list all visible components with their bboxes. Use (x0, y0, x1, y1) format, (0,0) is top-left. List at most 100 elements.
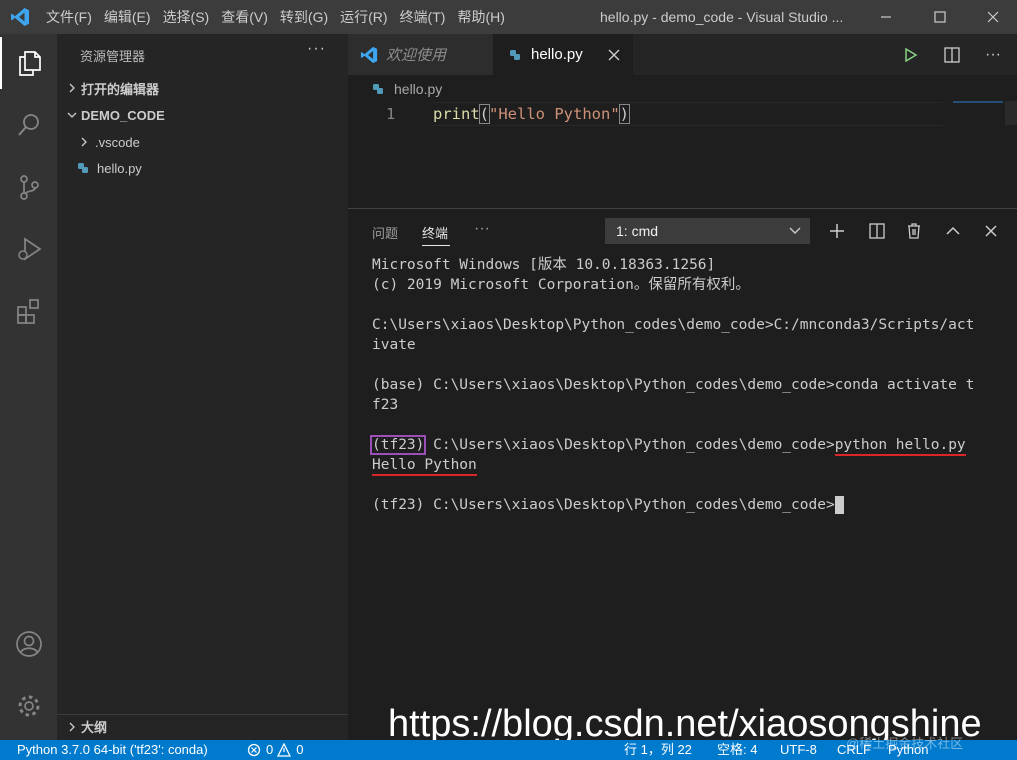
terminal-line: (c) 2019 Microsoft Corporation。保留所有权利。 (372, 277, 750, 293)
breadcrumb-file[interactable]: hello.py (394, 81, 442, 97)
python-file-icon (372, 83, 384, 95)
activity-bar (0, 34, 57, 740)
indentation[interactable]: 空格: 4 (717, 742, 757, 758)
minimize-button[interactable] (863, 0, 909, 34)
close-panel-icon[interactable] (978, 218, 1004, 244)
code-text[interactable]: print("Hello Python") (433, 102, 631, 126)
code-paren-close: ) (618, 104, 631, 124)
menu-run[interactable]: 运行(R) (334, 0, 393, 34)
python-file-icon (509, 49, 521, 61)
maximize-button[interactable] (917, 0, 963, 34)
terminal-output-line: Hello Python (372, 455, 1002, 476)
tab-welcome[interactable]: 欢迎使用 (348, 34, 493, 75)
chevron-right-icon (77, 135, 91, 149)
tab-problems[interactable]: 问题 (372, 223, 398, 242)
code-function: print (433, 105, 480, 123)
vscode-logo-icon (0, 0, 40, 34)
panel-more-button[interactable]: ··· (474, 220, 490, 238)
chevron-right-icon (65, 81, 79, 95)
menu-go[interactable]: 转到(G) (274, 0, 334, 34)
close-tab-icon[interactable] (608, 49, 620, 61)
outline-section[interactable]: 大纲 (57, 714, 348, 738)
explorer-sidebar: 资源管理器 ··· 打开的编辑器 DEMO_CODE .vscode hello… (57, 34, 348, 740)
explorer-icon[interactable] (0, 37, 57, 89)
terminal-line: C:\Users\xiaos\Desktop\Python_codes\demo… (372, 317, 975, 333)
accounts-icon[interactable] (0, 618, 57, 670)
tab-hello-py[interactable]: hello.py (493, 34, 633, 75)
vscode-welcome-icon (360, 46, 378, 64)
new-terminal-icon[interactable] (824, 218, 850, 244)
tree-item-label: .vscode (95, 134, 140, 150)
python-file-icon (77, 162, 91, 174)
source-control-icon[interactable] (0, 161, 57, 213)
code-paren-open: ( (478, 104, 491, 124)
warning-icon (277, 743, 292, 757)
chevron-right-icon (65, 720, 79, 734)
extensions-icon[interactable] (0, 285, 57, 337)
menu-view[interactable]: 查看(V) (215, 0, 274, 34)
problems-status[interactable]: 0 0 (247, 742, 303, 758)
close-window-button[interactable] (970, 0, 1016, 34)
tab-label: 欢迎使用 (386, 47, 447, 64)
menu-bar: 文件(F) 编辑(E) 选择(S) 查看(V) 转到(G) 运行(R) 终端(T… (40, 0, 511, 34)
search-icon[interactable] (0, 99, 57, 151)
cursor-position[interactable]: 行 1，列 22 (624, 742, 692, 758)
editor-tabs: 欢迎使用 hello.py ··· (348, 34, 1017, 75)
terminal-line: Microsoft Windows [版本 10.0.18363.1256] (372, 257, 716, 273)
terminal-prompt-line: (tf23) C:\Users\xiaos\Desktop\Python_cod… (372, 495, 1002, 515)
encoding[interactable]: UTF-8 (780, 742, 817, 758)
terminal-select[interactable]: 1: cmd (605, 218, 810, 244)
error-count: 0 (266, 742, 274, 757)
chevron-down-icon (789, 226, 801, 236)
run-command: python hello.py (834, 437, 966, 456)
tree-item-vscode[interactable]: .vscode (57, 130, 348, 154)
breadcrumb[interactable]: hello.py (348, 77, 442, 101)
watermark-small: @稀土掘金技术社区 (846, 736, 964, 751)
code-string: "Hello Python" (489, 105, 620, 123)
menu-edit[interactable]: 编辑(E) (98, 0, 157, 34)
terminal-output[interactable]: Microsoft Windows [版本 10.0.18363.1256] (… (369, 255, 1002, 515)
folder-section[interactable]: DEMO_CODE (57, 103, 348, 127)
terminal-panel: 问题 终端 ··· 1: cmd Microsoft Windows [版本 1… (348, 208, 1017, 740)
chevron-down-icon (65, 108, 79, 122)
env-prefix-highlight: (tf23) (369, 435, 427, 455)
tab-terminal[interactable]: 终端 (422, 223, 448, 242)
run-path: C:\Users\xiaos\Desktop\Python_codes\demo… (424, 437, 835, 453)
split-editor-icon[interactable] (944, 34, 960, 75)
settings-gear-icon[interactable] (0, 680, 57, 732)
active-tab-indicator (422, 245, 450, 246)
terminal-cursor (834, 496, 844, 514)
code-line[interactable]: 1 print("Hello Python") (348, 102, 1017, 126)
run-debug-icon[interactable] (0, 223, 57, 275)
menu-terminal[interactable]: 终端(T) (394, 0, 452, 34)
trash-icon[interactable] (901, 218, 927, 244)
maximize-panel-icon[interactable] (940, 218, 966, 244)
menu-selection[interactable]: 选择(S) (157, 0, 216, 34)
program-output: Hello Python (372, 457, 477, 476)
folder-label: DEMO_CODE (81, 107, 165, 123)
menu-help[interactable]: 帮助(H) (451, 0, 510, 34)
terminal-line: f23 (372, 397, 399, 413)
more-actions-icon[interactable]: ··· (985, 34, 1001, 75)
tree-item-label: hello.py (97, 160, 142, 176)
menu-file[interactable]: 文件(F) (40, 0, 98, 34)
terminal-line: (base) C:\Users\xiaos\Desktop\Python_cod… (372, 377, 975, 393)
sidebar-more-button[interactable]: ··· (307, 40, 326, 58)
prompt-text: (tf23) C:\Users\xiaos\Desktop\Python_cod… (372, 497, 835, 513)
tab-label: hello.py (531, 46, 583, 63)
sidebar-title: 资源管理器 (80, 49, 146, 64)
title-bar: 文件(F) 编辑(E) 选择(S) 查看(V) 转到(G) 运行(R) 终端(T… (0, 0, 1017, 34)
open-editors-section[interactable]: 打开的编辑器 (57, 76, 348, 100)
run-file-button[interactable] (904, 34, 918, 75)
terminal-select-value: 1: cmd (616, 223, 659, 239)
split-terminal-icon[interactable] (864, 218, 890, 244)
terminal-line: ivate (372, 337, 416, 353)
python-interpreter[interactable]: Python 3.7.0 64-bit ('tf23': conda) (17, 742, 208, 758)
terminal-run-line: (tf23) C:\Users\xiaos\Desktop\Python_cod… (369, 435, 1002, 456)
tree-item-hello-py[interactable]: hello.py (57, 156, 348, 180)
warning-count: 0 (296, 742, 304, 757)
